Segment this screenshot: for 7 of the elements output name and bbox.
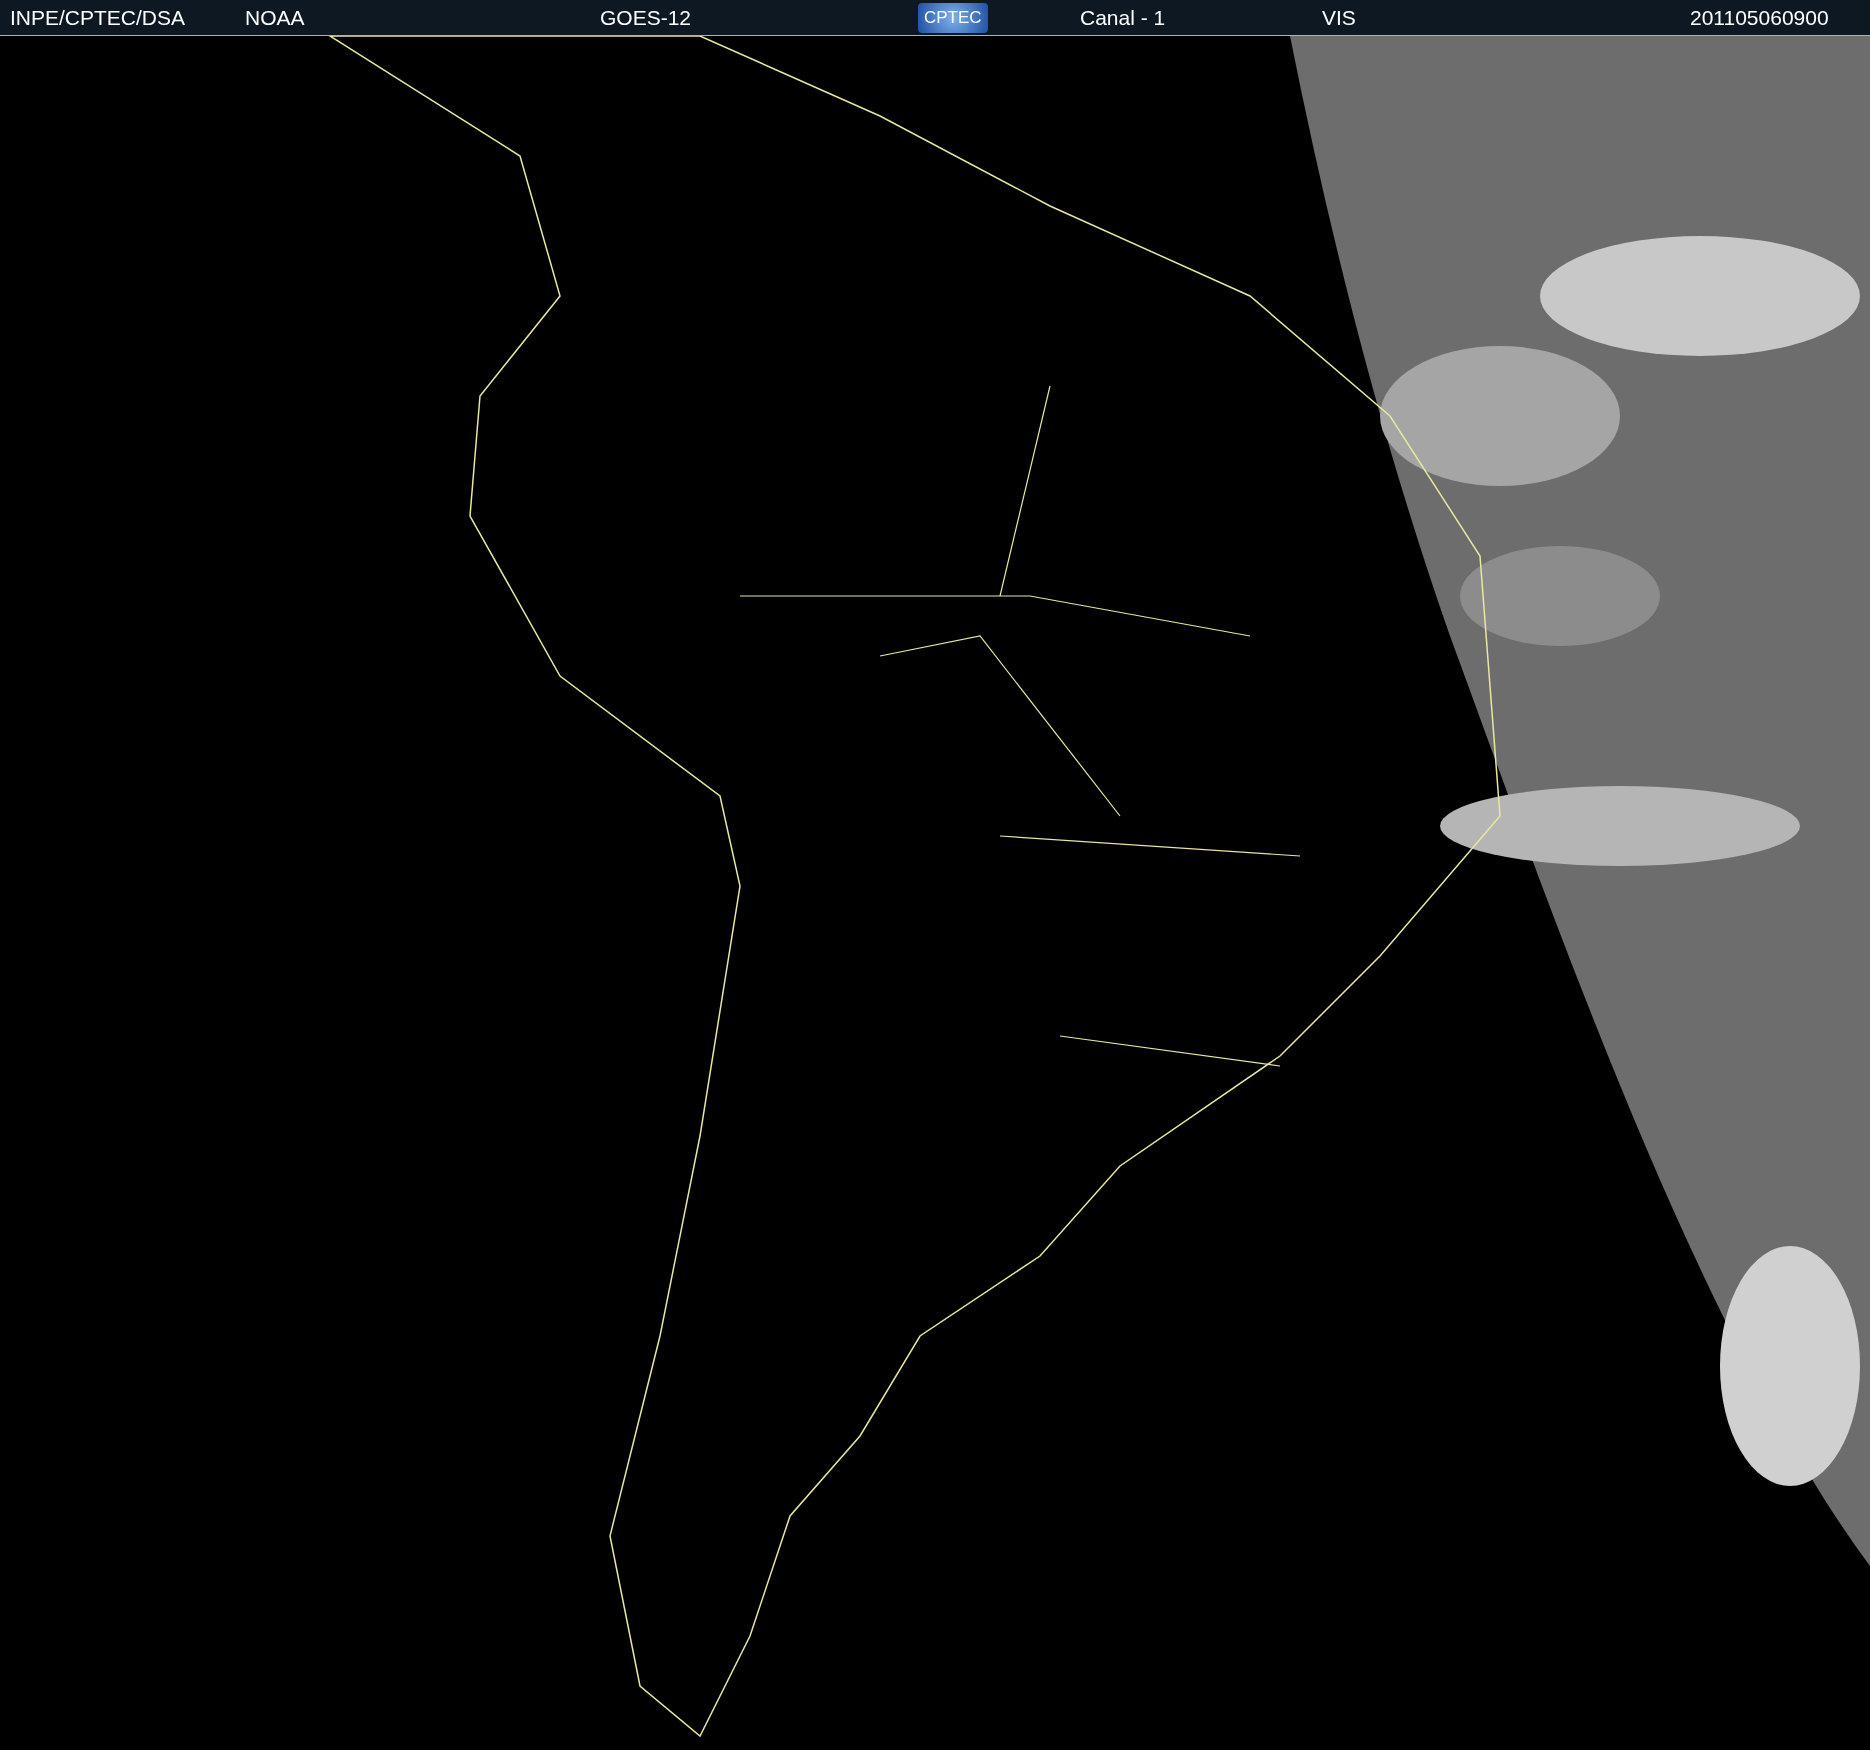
logo: CPTEC [918, 3, 988, 33]
source-label: INPE/CPTEC/DSA [10, 5, 186, 31]
satellite-label: GOES-12 [600, 5, 692, 31]
band-label: VIS [1322, 5, 1356, 31]
channel-label: Canal - 1 [1080, 5, 1166, 31]
timestamp-label: 201105060900 [1690, 5, 1829, 31]
agency-label: NOAA [245, 5, 305, 31]
